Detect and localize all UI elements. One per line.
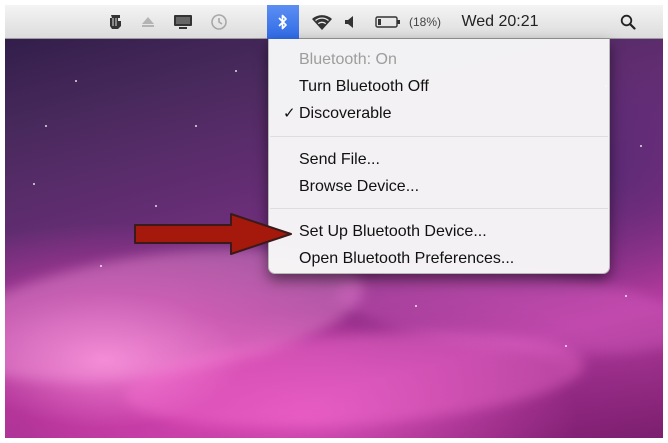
- menu-item-send-file[interactable]: Send File...: [299, 149, 380, 171]
- eject-icon[interactable]: [137, 5, 159, 39]
- star: [33, 183, 35, 185]
- menu-item-browse-device[interactable]: Browse Device...: [299, 176, 419, 198]
- star: [195, 125, 197, 127]
- star: [45, 125, 47, 127]
- star: [235, 70, 237, 72]
- star: [640, 145, 642, 147]
- menu-item-set-up-bluetooth-device[interactable]: Set Up Bluetooth Device...: [299, 221, 487, 243]
- time-machine-icon[interactable]: [207, 5, 231, 39]
- star: [155, 205, 157, 207]
- star: [565, 345, 567, 347]
- battery-percent[interactable]: (18%): [403, 5, 447, 39]
- menu-separator: [270, 136, 608, 137]
- menu-item-open-bluetooth-preferences[interactable]: Open Bluetooth Preferences...: [299, 248, 514, 270]
- menu-item-bluetooth-status: Bluetooth: On: [299, 51, 397, 68]
- star: [100, 265, 102, 267]
- bluetooth-menu: Bluetooth: On Turn Bluetooth Off ✓ Disco…: [268, 39, 610, 274]
- spotlight-icon[interactable]: [615, 5, 641, 39]
- battery-icon[interactable]: [373, 5, 403, 39]
- star: [75, 80, 77, 82]
- star: [415, 305, 417, 307]
- menu-item-discoverable[interactable]: Discoverable: [299, 103, 391, 125]
- display-icon[interactable]: [171, 5, 195, 39]
- menu-separator: [270, 208, 608, 209]
- volume-icon[interactable]: [339, 5, 361, 39]
- script-icon[interactable]: [105, 5, 127, 39]
- clock[interactable]: Wed 20:21: [451, 5, 549, 39]
- desktop-wallpaper: (18%) Wed 20:21 Bluetooth: On Turn Bluet…: [5, 5, 663, 438]
- star: [625, 295, 627, 297]
- wifi-icon[interactable]: [309, 5, 335, 39]
- bluetooth-icon[interactable]: [267, 5, 299, 39]
- menu-item-turn-bluetooth-off[interactable]: Turn Bluetooth Off: [299, 76, 429, 98]
- checkmark-icon: ✓: [283, 105, 296, 122]
- menu-bar: (18%) Wed 20:21: [5, 5, 663, 39]
- red-arrow-icon: [134, 213, 292, 255]
